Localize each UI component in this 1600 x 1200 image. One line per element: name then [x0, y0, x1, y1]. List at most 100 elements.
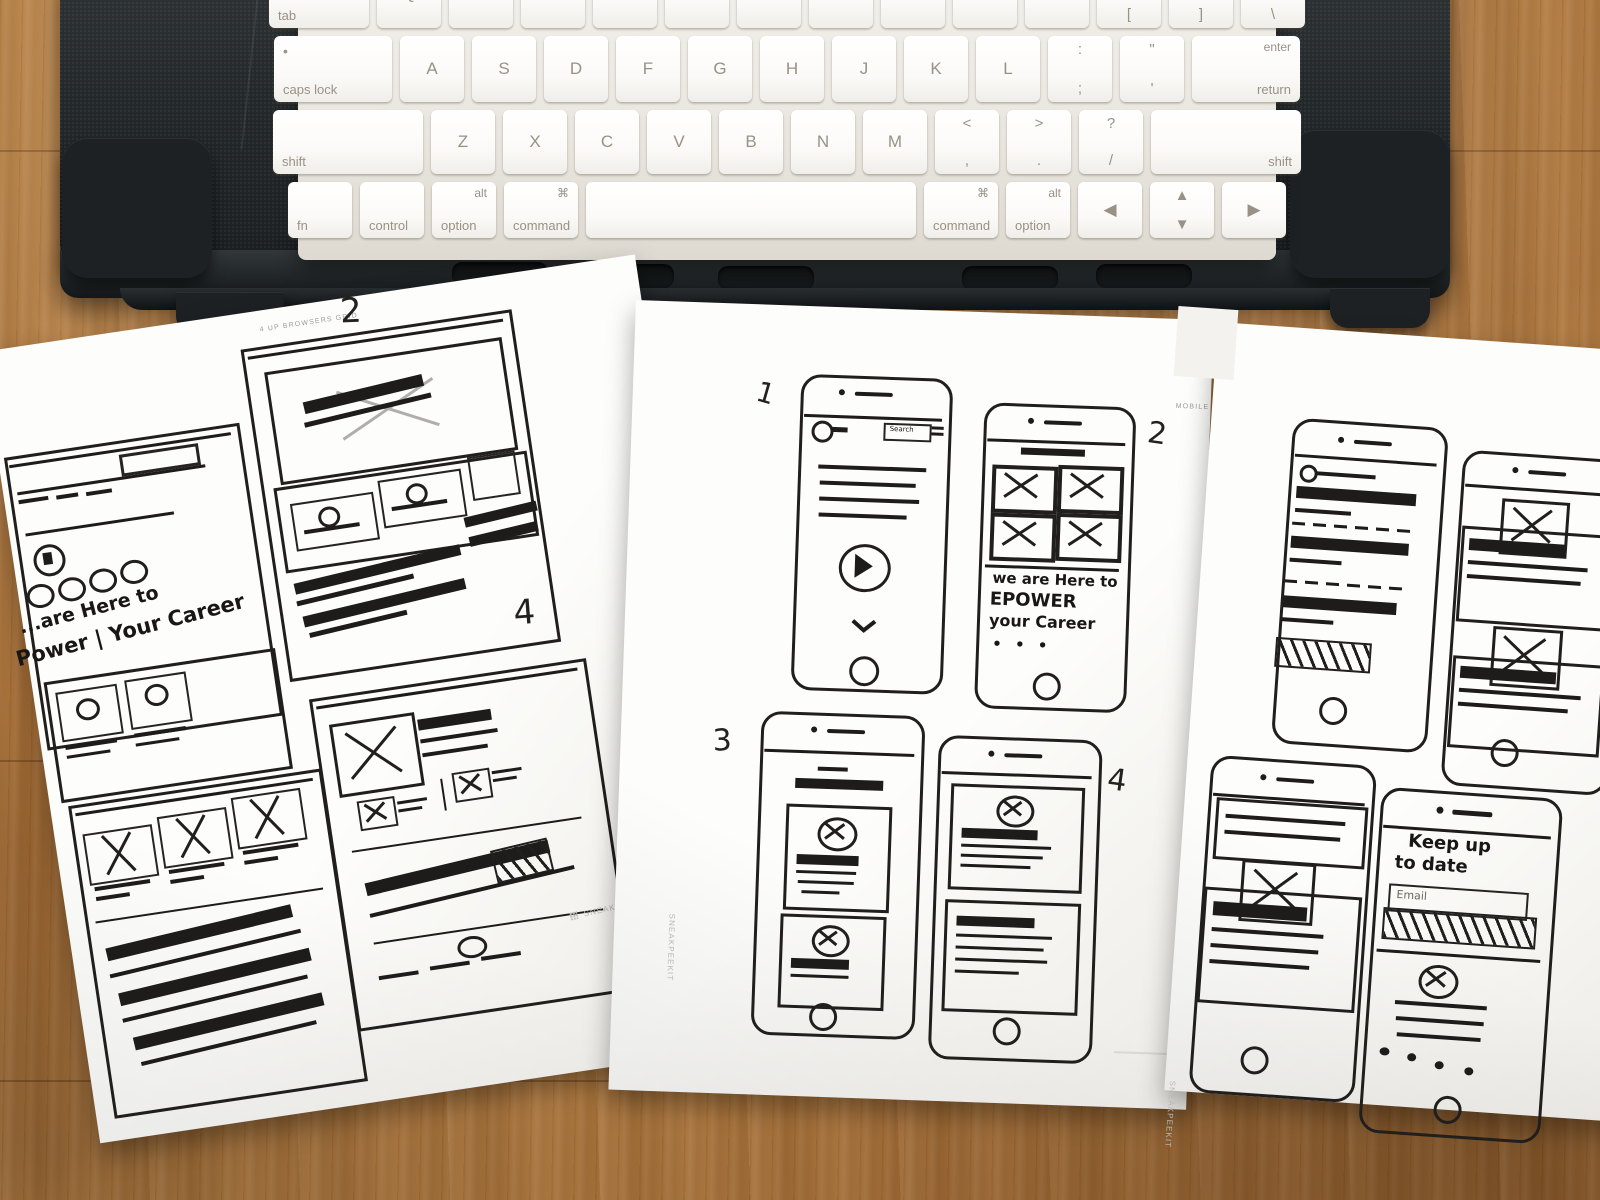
heavy-text-line	[796, 853, 859, 867]
key-label: .	[1036, 152, 1042, 169]
key-fn[interactable]: fn	[288, 182, 352, 238]
key-label: enter	[1263, 40, 1291, 54]
key-label: B	[745, 132, 757, 151]
key-control[interactable]: control	[360, 182, 424, 238]
key-z[interactable]: Z	[431, 110, 495, 174]
image-x-icon	[231, 788, 303, 845]
key-l[interactable]: L	[976, 36, 1040, 102]
key-arrow-right[interactable]: ▶	[1222, 182, 1286, 238]
key-label: ◀	[1103, 200, 1117, 219]
key-comma[interactable]: <,	[935, 110, 999, 174]
key-label: Y	[763, 0, 774, 4]
key-label: P	[1051, 0, 1062, 4]
heavy-text-line	[790, 957, 850, 970]
key-label: X	[529, 132, 541, 151]
key-f[interactable]: F	[616, 36, 680, 102]
key-k[interactable]: K	[904, 36, 968, 102]
menu-icon-line	[931, 432, 944, 436]
key-semicolon[interactable]: :;	[1048, 36, 1112, 102]
key-label: K	[930, 59, 942, 78]
key-b[interactable]: B	[719, 110, 783, 174]
key-label: O	[978, 0, 991, 4]
image-x-icon	[1057, 465, 1116, 507]
key-v[interactable]: V	[647, 110, 711, 174]
key-space[interactable]	[586, 182, 916, 238]
key-h[interactable]: H	[760, 36, 824, 102]
image-x-icon	[991, 465, 1050, 507]
key-label: fn	[297, 218, 308, 233]
key-t[interactable]: T	[665, 0, 729, 28]
key-c[interactable]: C	[575, 110, 639, 174]
key-n[interactable]: N	[791, 110, 855, 174]
key-g[interactable]: G	[688, 36, 752, 102]
key-label: H	[785, 59, 799, 78]
key-arrow-left[interactable]: ◀	[1078, 182, 1142, 238]
key-d[interactable]: D	[544, 36, 608, 102]
key-arrow-up-down[interactable]: ▲ ▼	[1150, 182, 1214, 238]
play-icon	[42, 551, 54, 566]
stand-foot-right	[1290, 130, 1450, 278]
image-x-icon	[329, 713, 418, 792]
key-shift-left[interactable]: shift	[273, 110, 423, 174]
key-label: option	[1015, 218, 1051, 233]
key-i[interactable]: I	[881, 0, 945, 28]
key-p[interactable]: P	[1025, 0, 1089, 28]
key-label: V	[673, 132, 685, 151]
key-option-left[interactable]: option alt	[432, 182, 496, 238]
key-label: "	[1149, 41, 1155, 58]
key-label: ]	[1198, 6, 1204, 23]
side-card[interactable]	[466, 450, 521, 501]
key-label: •	[283, 43, 288, 59]
key-m[interactable]: M	[863, 110, 927, 174]
stand-foot-left	[62, 138, 212, 278]
key-period[interactable]: >.	[1007, 110, 1071, 174]
sheet-edge-behind	[1173, 305, 1239, 381]
key-a[interactable]: A	[400, 36, 464, 102]
stand-clip	[718, 266, 814, 290]
brand-mark	[569, 910, 579, 921]
key-option-right[interactable]: option alt	[1006, 182, 1070, 238]
key-quote[interactable]: " '	[1120, 36, 1184, 102]
key-bracket-left[interactable]: {[	[1097, 0, 1161, 28]
key-label: Z	[457, 132, 469, 151]
keyboard[interactable]: tab Q W E R T Y U I O P {[}] |\ caps lock • A S D F G H J K L:;…	[269, 0, 1305, 260]
key-command-left[interactable]: command ⌘	[504, 182, 578, 238]
key-j[interactable]: J	[832, 36, 896, 102]
play-icon	[854, 553, 874, 579]
key-s[interactable]: S	[472, 36, 536, 102]
key-label: alt	[474, 186, 487, 200]
key-caps-lock[interactable]: caps lock •	[274, 36, 392, 102]
key-y[interactable]: Y	[737, 0, 801, 28]
stand-clip	[1096, 264, 1192, 288]
key-q[interactable]: Q	[377, 0, 441, 28]
key-label: option	[441, 218, 477, 233]
key-shift-right[interactable]: shift	[1151, 110, 1301, 174]
key-bracket-right[interactable]: }]	[1169, 0, 1233, 28]
key-label: >	[1034, 115, 1044, 132]
key-backslash[interactable]: |\	[1241, 0, 1305, 28]
sheet-middle-mobile[interactable]: MOBILE 1 2 3 4 Search we are Here to EPO…	[608, 300, 1214, 1110]
key-e[interactable]: E	[521, 0, 585, 28]
key-return[interactable]: return enter	[1192, 36, 1300, 102]
key-o[interactable]: O	[953, 0, 1017, 28]
key-tab[interactable]: tab	[269, 0, 369, 28]
card-x-icon	[998, 797, 1027, 820]
image-x-icon	[357, 797, 394, 828]
sheet-right-mobile[interactable]: Keep up to date Email SNEAKPEEKIT	[1163, 322, 1600, 1149]
key-label: N	[816, 132, 830, 151]
key-x[interactable]: X	[503, 110, 567, 174]
key-w[interactable]: W	[449, 0, 513, 28]
key-r[interactable]: R	[593, 0, 657, 28]
key-label: [	[1126, 6, 1132, 23]
tagline-line-3: your Career	[988, 610, 1096, 634]
key-command-right[interactable]: command ⌘	[924, 182, 998, 238]
key-label: E	[547, 0, 558, 4]
image-x-icon	[989, 513, 1048, 555]
tagline-dots: • • •	[991, 634, 1052, 655]
key-label: U	[835, 0, 847, 4]
frame-number-3: 3	[712, 722, 733, 759]
key-u[interactable]: U	[809, 0, 873, 28]
key-slash[interactable]: ? /	[1079, 110, 1143, 174]
image-x-icon	[451, 768, 488, 799]
key-label: ?	[1106, 115, 1116, 132]
